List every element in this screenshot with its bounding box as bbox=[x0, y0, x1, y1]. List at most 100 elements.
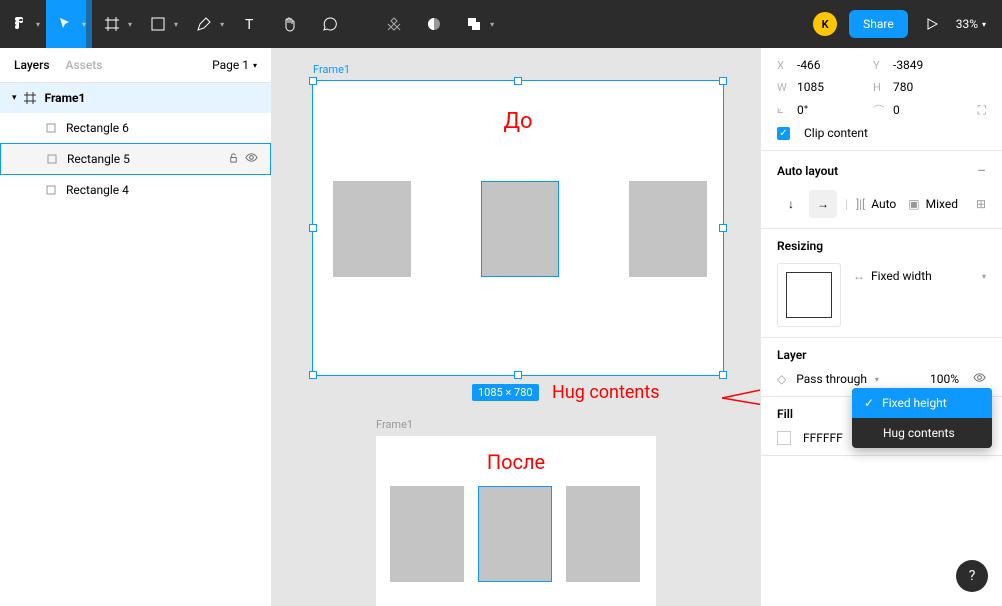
width-resize-select[interactable]: ↔Fixed width ▾ bbox=[853, 263, 986, 289]
frame-tool[interactable] bbox=[92, 0, 132, 48]
pen-tool[interactable] bbox=[184, 0, 224, 48]
svg-text:T: T bbox=[245, 17, 254, 32]
layer-rectangle-6[interactable]: Rectangle 6 bbox=[0, 113, 271, 143]
radius-input[interactable]: 0 bbox=[893, 103, 963, 117]
avatar[interactable]: K bbox=[813, 12, 837, 36]
shape-tool[interactable] bbox=[138, 0, 178, 48]
tab-assets[interactable]: Assets bbox=[66, 58, 103, 72]
collapse-icon[interactable]: ▾ bbox=[12, 93, 17, 103]
blend-mode[interactable]: Pass through bbox=[796, 372, 867, 386]
opacity-input[interactable]: 100% bbox=[930, 372, 959, 386]
h-input[interactable]: 780 bbox=[893, 80, 963, 94]
canvas[interactable]: Frame1 До 1085 × 780 Hug contents Frame1… bbox=[272, 48, 760, 606]
layer-frame1[interactable]: ▾ Frame1 bbox=[0, 83, 271, 113]
rect2-4[interactable] bbox=[390, 486, 464, 582]
right-panel: X-466 Y-3849 W1085 H780 ⟀0° ⌒0 ⛶ ✓ Clip … bbox=[760, 48, 1002, 606]
frame2-label[interactable]: Frame1 bbox=[376, 418, 413, 431]
handle-br[interactable] bbox=[719, 371, 727, 379]
layer-rectangle-5[interactable]: Rectangle 5 bbox=[0, 143, 271, 175]
mask-tool[interactable] bbox=[414, 0, 454, 48]
auto-layout-title: Auto layout bbox=[777, 164, 838, 178]
boolean-tool[interactable] bbox=[454, 0, 494, 48]
visibility-toggle[interactable] bbox=[973, 372, 986, 386]
rect-4[interactable] bbox=[333, 181, 411, 277]
move-tool[interactable] bbox=[46, 0, 86, 48]
frame-icon bbox=[23, 91, 37, 105]
dropdown-hug-contents[interactable]: Hug contents bbox=[852, 418, 992, 448]
resizing-title: Resizing bbox=[777, 239, 986, 253]
resize-preview[interactable] bbox=[777, 263, 841, 327]
y-input[interactable]: -3849 bbox=[893, 58, 963, 72]
annotation-after: После bbox=[487, 450, 545, 474]
handle-bl[interactable] bbox=[309, 371, 317, 379]
w-input[interactable]: 1085 bbox=[797, 80, 867, 94]
move-chevron[interactable]: ▾ bbox=[82, 0, 92, 48]
rect2-5[interactable] bbox=[478, 486, 552, 582]
dropdown-fixed-height[interactable]: ✓Fixed height bbox=[852, 388, 992, 418]
rect2-6[interactable] bbox=[566, 486, 640, 582]
x-input[interactable]: -466 bbox=[797, 58, 867, 72]
layer-title: Layer bbox=[777, 348, 986, 362]
padding-expand-icon[interactable]: ⊞ bbox=[976, 197, 986, 211]
zoom-level[interactable]: 33% ▾ bbox=[956, 17, 986, 31]
height-resize-dropdown: ✓Fixed height Hug contents bbox=[852, 388, 992, 448]
expand-radius-icon[interactable]: ⛶ bbox=[978, 103, 986, 118]
handle-t[interactable] bbox=[514, 77, 522, 85]
shape-chevron[interactable]: ▾ bbox=[174, 20, 184, 29]
clip-checkbox[interactable]: ✓ bbox=[777, 127, 790, 140]
spacing-value[interactable]: Auto bbox=[871, 197, 896, 211]
comment-tool[interactable] bbox=[310, 0, 350, 48]
direction-horizontal[interactable]: → bbox=[809, 190, 837, 218]
rect-icon bbox=[45, 152, 59, 166]
arrow-1 bbox=[722, 368, 760, 448]
rotation-input[interactable]: 0° bbox=[797, 103, 867, 117]
handle-r[interactable] bbox=[719, 224, 727, 232]
handle-b[interactable] bbox=[514, 371, 522, 379]
left-panel: Layers Assets Page 1▾ ▾ Frame1 Rectangle… bbox=[0, 48, 272, 606]
text-tool[interactable]: T bbox=[230, 0, 270, 48]
handle-tl[interactable] bbox=[309, 77, 317, 85]
handle-l[interactable] bbox=[309, 224, 317, 232]
tab-layers[interactable]: Layers bbox=[14, 58, 50, 72]
hand-tool[interactable] bbox=[270, 0, 310, 48]
rect-6[interactable] bbox=[629, 181, 707, 277]
transform-section: X-466 Y-3849 W1085 H780 ⟀0° ⌒0 ⛶ ✓ Clip … bbox=[761, 48, 1002, 151]
share-button[interactable]: Share bbox=[849, 10, 908, 38]
fill-hex[interactable]: FFFFFF bbox=[803, 431, 843, 445]
padding-icon: ▣ bbox=[908, 197, 919, 211]
resizing-section: Resizing ↔Fixed width ▾ bbox=[761, 229, 1002, 338]
boolean-chevron[interactable]: ▾ bbox=[490, 20, 500, 29]
blend-icon: ◇ bbox=[777, 372, 786, 386]
frame1-label[interactable]: Frame1 bbox=[313, 63, 350, 76]
remove-auto-layout[interactable]: − bbox=[977, 161, 986, 180]
auto-layout-section: Auto layout − ↓ → | ]|[ Auto ▣ Mixed ⊞ bbox=[761, 151, 1002, 229]
dimensions-badge: 1085 × 780 bbox=[472, 384, 539, 401]
radius-icon: ⌒ bbox=[873, 102, 887, 118]
figma-menu[interactable] bbox=[0, 0, 40, 48]
present-button[interactable] bbox=[920, 0, 944, 48]
toolbar: ▾ ▾ ▾ ▾ ▾ T ▾ K Share 33% ▾ bbox=[0, 0, 1002, 48]
visibility-icon[interactable] bbox=[245, 152, 258, 166]
fill-swatch[interactable] bbox=[777, 431, 791, 445]
handle-tr[interactable] bbox=[719, 77, 727, 85]
rect-icon bbox=[44, 183, 58, 197]
pen-chevron[interactable]: ▾ bbox=[220, 20, 230, 29]
fill-title: Fill bbox=[777, 407, 793, 421]
layer-rectangle-4[interactable]: Rectangle 4 bbox=[0, 175, 271, 205]
page-selector[interactable]: Page 1▾ bbox=[212, 58, 257, 72]
annotation-hug: Hug contents bbox=[552, 382, 660, 403]
rotation-icon: ⟀ bbox=[777, 103, 791, 117]
direction-vertical[interactable]: ↓ bbox=[777, 190, 805, 218]
help-button[interactable]: ? bbox=[956, 560, 988, 592]
frame2[interactable]: Frame1 После bbox=[376, 436, 656, 606]
padding-value[interactable]: Mixed bbox=[926, 197, 958, 211]
lock-icon[interactable] bbox=[228, 152, 239, 166]
frame1[interactable]: Frame1 До bbox=[312, 80, 724, 376]
menu-chevron[interactable]: ▾ bbox=[36, 20, 46, 29]
arrow-2 bbox=[722, 383, 760, 463]
annotation-before: До bbox=[503, 109, 532, 134]
frame-chevron[interactable]: ▾ bbox=[128, 20, 138, 29]
components-tool[interactable] bbox=[374, 0, 414, 48]
rect-5[interactable] bbox=[481, 181, 559, 277]
clip-label: Clip content bbox=[804, 126, 868, 140]
